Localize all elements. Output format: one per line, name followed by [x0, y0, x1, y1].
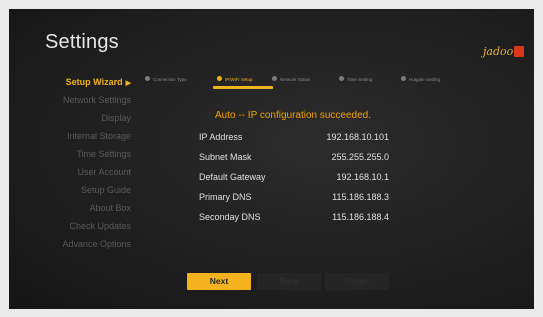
step-label: IP/WiFi Setup: [225, 77, 253, 82]
sidebar-item-label: User Account: [77, 167, 131, 177]
step-label: Network Status: [280, 77, 311, 82]
next-button[interactable]: Next: [187, 273, 251, 290]
info-value: 115.186.188.3: [332, 192, 389, 202]
sidebar-item-check-updates[interactable]: Check Updates: [9, 217, 137, 235]
sidebar-item-label: Check Updates: [69, 221, 131, 231]
sidebar-item-label: Internal Storage: [66, 131, 131, 141]
status-message: Auto -- IP configuration succeeded.: [215, 110, 372, 121]
step-dot-icon: [145, 76, 150, 82]
step-network-status[interactable]: Network Status: [272, 73, 311, 87]
sidebar-item-user-account[interactable]: User Account: [9, 163, 137, 181]
step-dot-icon: [339, 76, 344, 82]
sidebar-item-about-box[interactable]: About Box: [9, 199, 137, 217]
active-step-indicator: [213, 86, 273, 89]
settings-screen: Settings jadoo Setup Wizard ▶ Network Set…: [9, 9, 534, 309]
info-row-secondary-dns: Seconday DNS 115.186.188.4: [199, 212, 399, 226]
jadoo-logo: jadoo: [483, 43, 525, 59]
sidebar-item-label: Network Settings: [62, 95, 131, 105]
info-label: Seconday DNS: [199, 212, 261, 222]
info-row-ip-address: IP Address 192.168.10.101: [199, 132, 399, 146]
sidebar-item-display[interactable]: Display: [9, 109, 137, 127]
step-hotgate-setting[interactable]: Hotgate Setting: [401, 73, 440, 87]
info-label: Default Gateway: [199, 172, 266, 182]
sidebar-item-setup-guide[interactable]: Setup Guide: [9, 181, 137, 199]
sidebar-item-label: Setup Guide: [80, 185, 131, 195]
info-value: 255.255.255.0: [331, 152, 389, 162]
sidebar-item-network-settings[interactable]: Network Settings: [9, 91, 137, 109]
forget-button[interactable]: Forget: [325, 273, 389, 290]
info-label: Primary DNS: [199, 192, 252, 202]
logo-mark-icon: [514, 45, 525, 57]
step-dot-icon: [401, 76, 406, 82]
info-row-default-gateway: Default Gateway 192.168.10.1: [199, 172, 399, 186]
info-row-subnet-mask: Subnet Mask 255.255.255.0: [199, 152, 399, 166]
step-connection-type[interactable]: Connection Type: [145, 73, 187, 87]
sidebar-item-advance-options[interactable]: Advance Options: [9, 235, 137, 253]
sidebar-item-internal-storage[interactable]: Internal Storage: [9, 127, 137, 145]
page-title: Settings: [45, 31, 119, 53]
step-dot-icon: [217, 76, 222, 82]
info-label: Subnet Mask: [199, 152, 252, 162]
logo-text: jadoo: [483, 44, 514, 58]
step-ip-wifi-setup[interactable]: IP/WiFi Setup: [217, 73, 253, 87]
sidebar: Setup Wizard ▶ Network Settings Display I…: [9, 73, 137, 253]
info-value: 192.168.10.101: [326, 132, 389, 142]
step-label: Connection Type: [153, 77, 187, 82]
sidebar-item-label: Time Settings: [76, 149, 131, 159]
info-value: 192.168.10.1: [336, 172, 389, 182]
sidebar-item-time-settings[interactable]: Time Settings: [9, 145, 137, 163]
back-button[interactable]: Back: [257, 273, 321, 290]
wizard-steps: Connection Type IP/WiFi Setup Network St…: [9, 73, 534, 89]
step-time-setting[interactable]: Time Setting: [339, 73, 372, 87]
sidebar-item-label: Advance Options: [62, 239, 131, 249]
info-value: 115.186.188.4: [332, 212, 389, 222]
info-label: IP Address: [199, 132, 243, 142]
sidebar-item-label: About Box: [89, 203, 131, 213]
step-label: Hotgate Setting: [409, 77, 441, 82]
step-dot-icon: [272, 76, 277, 82]
step-label: Time Setting: [347, 77, 373, 82]
info-row-primary-dns: Primary DNS 115.186.188.3: [199, 192, 399, 206]
sidebar-item-label: Display: [101, 113, 131, 123]
